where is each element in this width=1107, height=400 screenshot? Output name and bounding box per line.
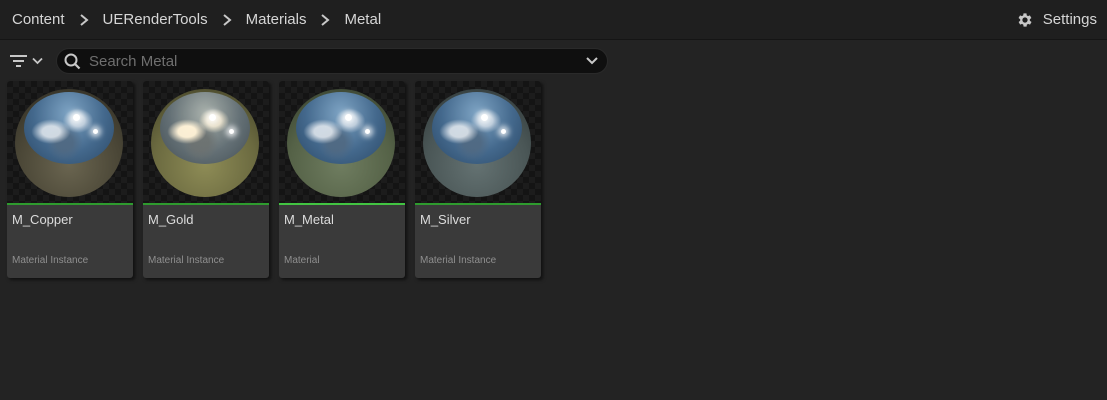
asset-name: M_Gold: [148, 212, 194, 227]
asset-type-color-bar: [415, 203, 541, 205]
asset-type-color-bar: [279, 203, 405, 205]
asset-name: M_Silver: [420, 212, 471, 227]
search-icon: [64, 53, 81, 70]
settings-label: Settings: [1042, 11, 1097, 28]
search-box[interactable]: [56, 48, 608, 74]
material-preview-sphere: [15, 89, 123, 197]
asset-type-color-bar: [143, 203, 269, 205]
gear-icon: [1016, 11, 1034, 29]
material-preview-sphere: [151, 89, 259, 197]
asset-tile-m-metal[interactable]: M_Metal Material: [279, 81, 405, 278]
asset-name: M_Metal: [284, 212, 334, 227]
breadcrumb-item-content[interactable]: Content: [12, 11, 65, 28]
filter-icon: [10, 54, 28, 68]
chevron-down-icon: [32, 57, 43, 65]
asset-thumbnail: [279, 81, 405, 203]
asset-type: Material Instance: [148, 255, 225, 266]
content-browser-toolbar: [0, 40, 1107, 80]
search-input[interactable]: [89, 52, 569, 70]
asset-thumbnail: [415, 81, 541, 203]
chevron-down-icon[interactable]: [586, 57, 598, 65]
asset-tile-m-copper[interactable]: M_Copper Material Instance: [7, 81, 133, 278]
asset-type-color-bar: [7, 203, 133, 205]
asset-name: M_Copper: [12, 212, 73, 227]
asset-type: Material Instance: [420, 255, 497, 266]
chevron-right-icon[interactable]: [65, 13, 103, 26]
breadcrumb: Content UERenderTools Materials Metal: [0, 11, 381, 28]
breadcrumb-item-metal[interactable]: Metal: [344, 11, 381, 28]
asset-thumbnail: [143, 81, 269, 203]
chevron-right-icon[interactable]: [208, 13, 246, 26]
filter-dropdown-button[interactable]: [10, 52, 48, 70]
breadcrumb-item-uerendertools[interactable]: UERenderTools: [103, 11, 208, 28]
content-browser-header: Content UERenderTools Materials Metal Se…: [0, 0, 1107, 40]
chevron-right-icon[interactable]: [306, 13, 344, 26]
material-preview-sphere: [287, 89, 395, 197]
breadcrumb-item-materials[interactable]: Materials: [246, 11, 307, 28]
asset-type: Material Instance: [12, 255, 89, 266]
material-preview-sphere: [423, 89, 531, 197]
asset-type: Material: [284, 255, 320, 266]
asset-thumbnail: [7, 81, 133, 203]
asset-tile-m-gold[interactable]: M_Gold Material Instance: [143, 81, 269, 278]
settings-button[interactable]: Settings: [1016, 0, 1097, 39]
asset-tile-m-silver[interactable]: M_Silver Material Instance: [415, 81, 541, 278]
